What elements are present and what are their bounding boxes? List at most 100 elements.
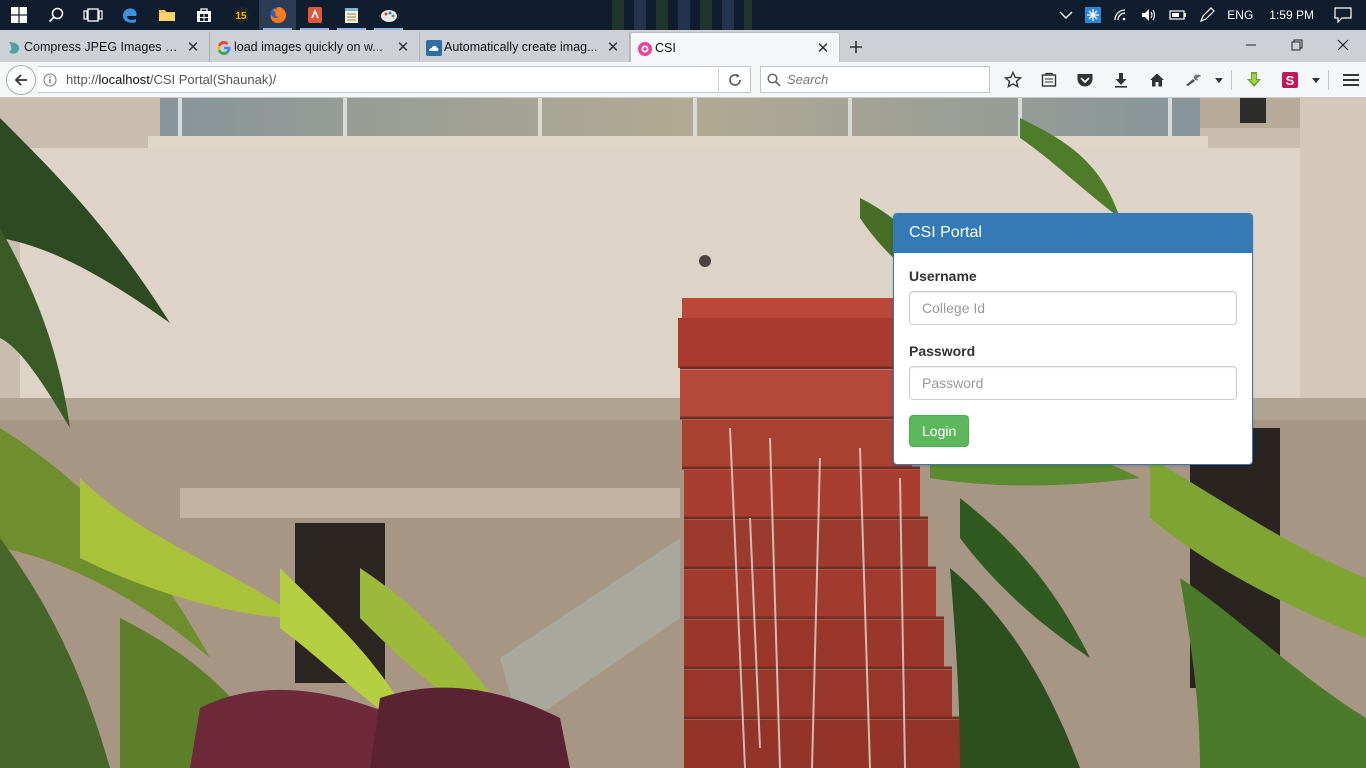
search-icon bbox=[767, 72, 781, 87]
folder-icon bbox=[158, 10, 175, 21]
login-panel: CSI Portal Username Password Login bbox=[893, 213, 1253, 465]
restore-icon bbox=[1291, 39, 1303, 51]
taskbar-pdf-app[interactable] bbox=[296, 0, 333, 30]
windows-start-button[interactable] bbox=[0, 0, 37, 30]
tray-language[interactable]: ENG bbox=[1221, 0, 1259, 30]
windows-taskbar: 15 ENG 1:59 PM bbox=[0, 0, 1366, 30]
developer-tools-dropdown[interactable] bbox=[1211, 62, 1227, 98]
green-arrow-icon bbox=[1247, 72, 1261, 87]
url-scheme: http:// bbox=[66, 72, 99, 87]
tab-title: load images quickly on w... bbox=[234, 40, 383, 54]
tray-clock[interactable]: 1:59 PM bbox=[1259, 0, 1328, 30]
cloud-icon bbox=[426, 40, 442, 56]
url-text[interactable]: http://localhost/CSI Portal(Shaunak)/ bbox=[62, 72, 718, 87]
new-tab-button[interactable] bbox=[840, 32, 872, 62]
browser-navigation-bar: http://localhost/CSI Portal(Shaunak)/ Se… bbox=[0, 62, 1366, 98]
home-icon bbox=[1150, 73, 1164, 87]
tray-wifi-icon[interactable] bbox=[1107, 0, 1135, 30]
back-button[interactable] bbox=[6, 64, 36, 95]
clipboard-icon bbox=[1041, 72, 1057, 87]
download-icon bbox=[1115, 73, 1127, 88]
close-icon bbox=[1337, 39, 1349, 51]
pocket-button[interactable] bbox=[1067, 62, 1103, 98]
tray-pen-icon[interactable] bbox=[1193, 0, 1221, 30]
browser-tab[interactable]: Automatically create imag... ✕ bbox=[420, 32, 630, 62]
tray-chevron-up-icon[interactable] bbox=[1053, 0, 1079, 30]
search-placeholder: Search bbox=[787, 72, 829, 87]
open-menu-button[interactable] bbox=[1333, 62, 1366, 98]
browser-tab-active[interactable]: CSI ✕ bbox=[630, 32, 840, 62]
system-tray: ENG 1:59 PM bbox=[1053, 0, 1366, 30]
search-icon bbox=[48, 7, 63, 23]
tray-battery-icon[interactable] bbox=[1163, 0, 1193, 30]
star-icon bbox=[1004, 71, 1022, 89]
taskbar-store[interactable] bbox=[185, 0, 222, 30]
username-label: Username bbox=[909, 268, 977, 284]
back-arrow-icon bbox=[14, 73, 27, 86]
password-input[interactable] bbox=[909, 366, 1237, 400]
s-extension-button[interactable]: S bbox=[1272, 62, 1308, 98]
taskbar-file-explorer[interactable] bbox=[148, 0, 185, 30]
window-controls bbox=[1228, 30, 1366, 60]
tab-title: Compress JPEG Images O... bbox=[24, 40, 185, 54]
csi-icon bbox=[638, 42, 652, 56]
site-info-icon[interactable] bbox=[38, 73, 62, 87]
browser-tab[interactable]: load images quickly on w... ✕ bbox=[210, 32, 420, 62]
search-button[interactable] bbox=[37, 0, 74, 30]
reload-button[interactable] bbox=[718, 66, 750, 93]
home-button[interactable] bbox=[1139, 62, 1175, 98]
developer-tools-button[interactable] bbox=[1175, 62, 1211, 98]
url-bar[interactable]: http://localhost/CSI Portal(Shaunak)/ bbox=[38, 66, 751, 93]
page-content: CSI Portal Username Password Login bbox=[0, 98, 1366, 768]
close-tab-icon[interactable]: ✕ bbox=[185, 39, 201, 56]
panel-heading: CSI Portal bbox=[894, 214, 1252, 253]
bookmark-star-button[interactable] bbox=[995, 62, 1031, 98]
hamburger-menu-icon bbox=[1343, 74, 1359, 86]
browser-toolbar: S bbox=[995, 62, 1366, 98]
tray-snowflake-icon[interactable] bbox=[1079, 0, 1107, 30]
close-tab-icon[interactable]: ✕ bbox=[815, 40, 831, 57]
tab-title: Automatically create imag... bbox=[444, 40, 598, 54]
url-path: /CSI Portal(Shaunak)/ bbox=[149, 72, 277, 87]
tab-title: CSI bbox=[655, 40, 676, 55]
minimize-button[interactable] bbox=[1228, 30, 1274, 60]
taskbar-background-pattern bbox=[612, 0, 752, 30]
search-bar[interactable]: Search bbox=[760, 66, 990, 93]
taskbar-app-15[interactable]: 15 bbox=[222, 0, 259, 30]
browser-tab-strip: Compress JPEG Images O... ✕ load images … bbox=[0, 30, 1366, 62]
tray-volume-icon[interactable] bbox=[1135, 0, 1163, 30]
notepad-icon bbox=[344, 8, 358, 23]
edge-icon bbox=[122, 8, 137, 23]
paint-icon bbox=[380, 10, 397, 22]
minimize-icon bbox=[1246, 44, 1256, 46]
browser-tab[interactable]: Compress JPEG Images O... ✕ bbox=[0, 32, 210, 62]
close-tab-icon[interactable]: ✕ bbox=[395, 39, 411, 56]
toolbar-separator bbox=[1328, 70, 1329, 90]
login-button[interactable]: Login bbox=[909, 415, 970, 447]
task-view-button[interactable] bbox=[74, 0, 111, 30]
taskbar-paint[interactable] bbox=[370, 0, 407, 30]
restore-button[interactable] bbox=[1274, 30, 1320, 60]
bookmarks-library-button[interactable] bbox=[1031, 62, 1067, 98]
windows-logo-icon bbox=[10, 7, 27, 23]
tray-notifications-icon[interactable] bbox=[1328, 0, 1366, 30]
taskbar-notepad[interactable] bbox=[333, 0, 370, 30]
s-extension-icon: S bbox=[1282, 72, 1298, 88]
s-extension-dropdown[interactable] bbox=[1308, 62, 1324, 98]
username-input[interactable] bbox=[909, 291, 1237, 325]
toolbar-separator bbox=[1231, 70, 1232, 90]
close-window-button[interactable] bbox=[1320, 30, 1366, 60]
taskbar-firefox[interactable] bbox=[259, 0, 296, 30]
pocket-icon bbox=[1077, 74, 1093, 87]
download-helper-extension[interactable] bbox=[1236, 62, 1272, 98]
wrench-icon bbox=[1186, 74, 1201, 86]
close-tab-icon[interactable]: ✕ bbox=[605, 39, 621, 56]
downloads-button[interactable] bbox=[1103, 62, 1139, 98]
svg-text:S: S bbox=[1286, 73, 1295, 88]
firefox-icon bbox=[269, 7, 286, 23]
task-view-icon bbox=[82, 8, 103, 22]
login-form: Username Password Login bbox=[894, 253, 1252, 462]
taskbar-edge[interactable] bbox=[111, 0, 148, 30]
compress-icon bbox=[9, 42, 20, 54]
url-host: localhost bbox=[98, 72, 150, 87]
